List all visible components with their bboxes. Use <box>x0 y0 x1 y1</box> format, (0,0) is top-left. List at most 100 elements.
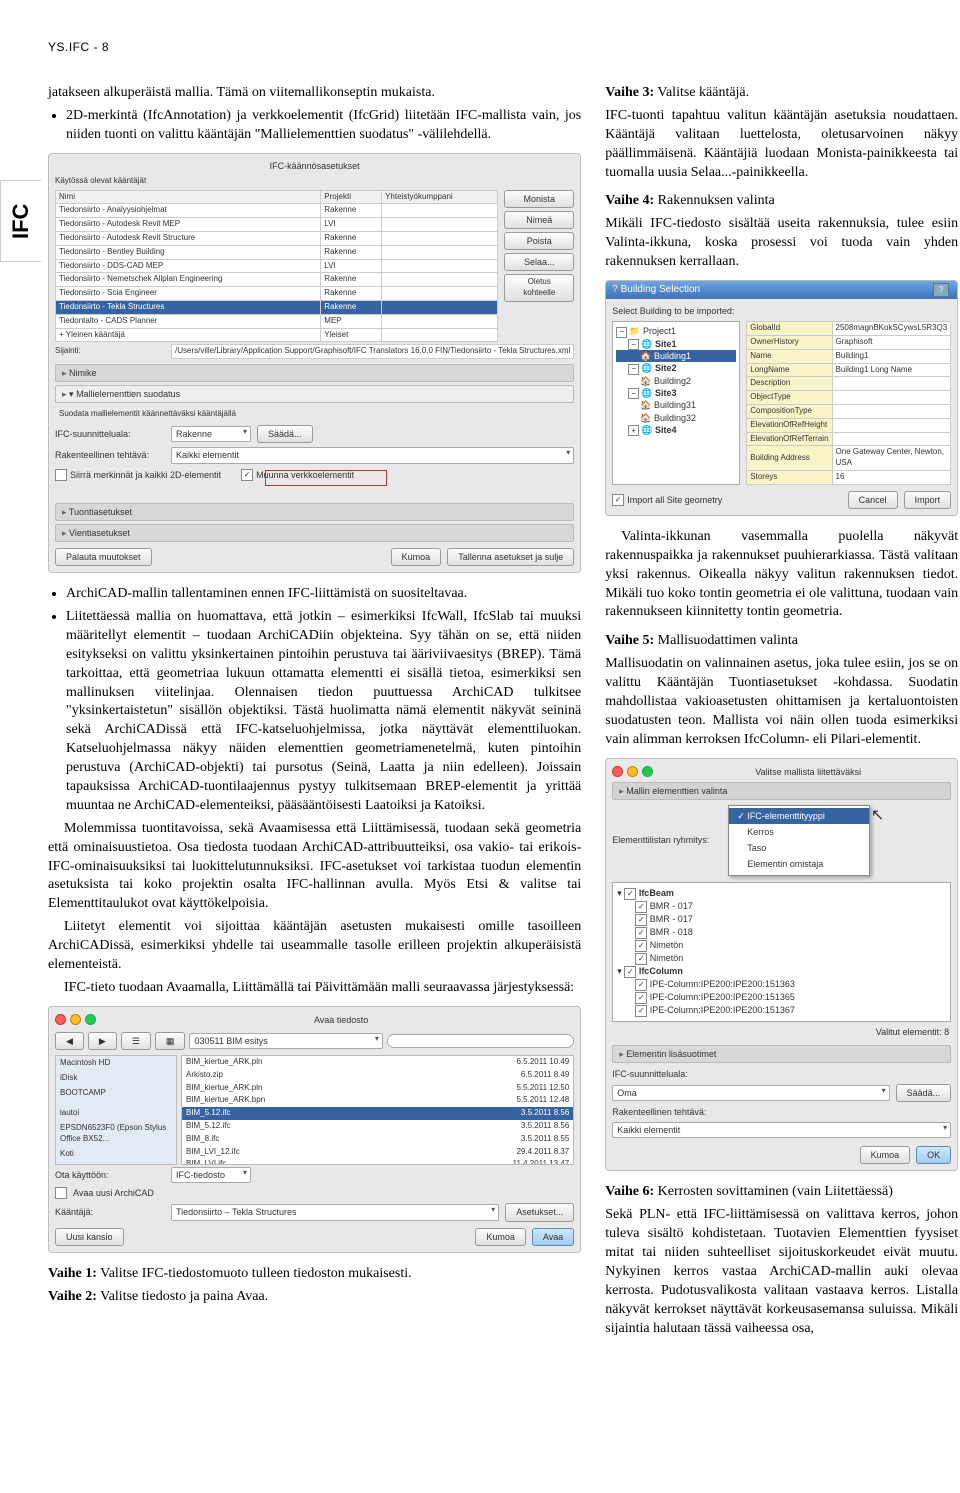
palauta-button[interactable]: Palauta muutokset <box>55 548 152 566</box>
col-projekti[interactable]: Projekti <box>321 190 382 204</box>
nav-fwd-button[interactable]: ▶ <box>88 1032 117 1050</box>
table-row[interactable]: Tiedonsiirto - DDS-CAD MEPLVI <box>56 259 498 273</box>
section-mallielementtien-suodatus[interactable]: ▾ Mallielementtien suodatus <box>55 385 574 403</box>
rakenteellinen-dropdown[interactable]: Kaikki elementit <box>171 447 574 463</box>
sidebar-item[interactable]: iautoi <box>56 1106 176 1121</box>
file-row-selected[interactable]: BIM_5.12.ifc3.5.2011 8.56 <box>182 1107 573 1120</box>
tree-project[interactable]: −📁 Project1 <box>616 325 736 338</box>
ok-button[interactable]: OK <box>916 1146 951 1164</box>
table-row[interactable]: Tiedonsiirto - Nemetschek Allplan Engine… <box>56 273 498 287</box>
tree-site[interactable]: −🌐 Site3 <box>616 387 736 400</box>
maximize-icon[interactable] <box>85 1014 96 1025</box>
kaantaja-dropdown[interactable]: Tiedonsiirto – Tekla Structures <box>171 1204 499 1220</box>
tree-item[interactable]: ✓ Nimetön <box>617 952 946 965</box>
saada-button[interactable]: Säädä... <box>896 1084 952 1102</box>
sidebar-item[interactable]: Koti <box>56 1147 176 1162</box>
file-row[interactable]: BIM_LVI.ifc11.4.2011 13.47 <box>182 1158 573 1165</box>
import-all-label: Import all Site geometry <box>627 494 722 506</box>
tree-site[interactable]: −🌐 Site2 <box>616 362 736 375</box>
file-row[interactable]: BIM_5.12.ifc3.5.2011 8.56 <box>182 1120 573 1133</box>
tree-building[interactable]: Building31 <box>616 399 736 411</box>
siirra-checkbox[interactable] <box>55 469 67 481</box>
view-list-button[interactable]: ☰ <box>121 1032 151 1050</box>
col-kumppani[interactable]: Yhteistyökumppani <box>382 190 498 204</box>
tree-site[interactable]: −🌐 Site1 <box>616 338 736 351</box>
sidebar-item[interactable]: BOOTCAMP <box>56 1086 176 1101</box>
maximize-icon[interactable] <box>642 766 653 777</box>
menu-item[interactable]: Elementin omistaja <box>729 856 869 872</box>
oletus-button[interactable]: Oletus kohteelle <box>504 274 574 302</box>
menu-item[interactable]: Kerros <box>729 824 869 840</box>
ota-dropdown[interactable]: IFC-tiedosto <box>171 1167 251 1183</box>
saada-button[interactable]: Säädä... <box>257 425 313 443</box>
section-nimike[interactable]: Nimike <box>55 364 574 382</box>
import-all-checkbox[interactable]: ✓ <box>612 494 624 506</box>
uusi-kansio-button[interactable]: Uusi kansio <box>55 1228 124 1246</box>
kumoa-button[interactable]: Kumoa <box>391 548 442 566</box>
close-icon[interactable] <box>55 1014 66 1025</box>
tree-site[interactable]: +🌐 Site4 <box>616 424 736 437</box>
help-icon[interactable]: ? <box>933 283 949 297</box>
tree-item[interactable]: ✓ IPE-Column:IPE200:IPE200:151365 <box>617 991 946 1004</box>
table-row[interactable]: Tiedonsiirto - AnalyysiohjelmatRakenne <box>56 204 498 218</box>
asetukset-button[interactable]: Asetukset... <box>505 1203 574 1221</box>
sidebar-item[interactable]: iDisk <box>56 1071 176 1086</box>
file-row[interactable]: Arkisto.zip6.5.2011 8.49 <box>182 1069 573 1082</box>
tree-item[interactable]: ✓ BMR - 018 <box>617 926 946 939</box>
kumoa-button[interactable]: Kumoa <box>860 1146 911 1164</box>
monista-button[interactable]: Monista <box>504 190 574 208</box>
table-row[interactable]: Tiedonsiirto - Autodesk Revit MEPLVI <box>56 218 498 232</box>
tree-item[interactable]: ✓ Nimetön <box>617 939 946 952</box>
view-grid-button[interactable]: ▦ <box>155 1032 186 1050</box>
kumoa-button[interactable]: Kumoa <box>475 1228 526 1246</box>
tree-item[interactable]: ✓ IPE-Column:IPE200:IPE200:151367 <box>617 1004 946 1017</box>
file-row[interactable]: BIM_kiertue_ARK.bpn5.5.2011 12.48 <box>182 1094 573 1107</box>
nav-back-button[interactable]: ◀ <box>55 1032 84 1050</box>
tree-item[interactable]: ✓ BMR - 017 <box>617 900 946 913</box>
sidebar-item[interactable]: Mac - EK <box>56 1162 176 1165</box>
close-icon[interactable] <box>612 766 623 777</box>
nimea-button[interactable]: Nimeä <box>504 211 574 229</box>
tree-ifccolumn[interactable]: ▾ ✓ IfcColumn <box>617 965 946 978</box>
tree-building[interactable]: Building2 <box>616 375 736 387</box>
table-row[interactable]: Tiedontalto - CADS PlannerMEP <box>56 314 498 328</box>
tree-building-selected[interactable]: Building1 <box>616 350 736 362</box>
section-tuonti[interactable]: Tuontiasetukset <box>55 503 574 521</box>
avaa-button[interactable]: Avaa <box>532 1228 574 1246</box>
import-button[interactable]: Import <box>904 491 952 509</box>
ifc-suunnitteluala-dropdown[interactable]: Rakenne <box>171 426 251 442</box>
muunna-checkbox[interactable]: ✓ <box>241 469 253 481</box>
avaa-uusi-checkbox[interactable] <box>55 1187 67 1199</box>
table-row[interactable]: + Yleinen kääntäjäYleiset <box>56 328 498 342</box>
search-input[interactable] <box>387 1034 574 1048</box>
ifc-suun-dropdown[interactable]: Oma <box>612 1085 889 1101</box>
section-lisasuotimet[interactable]: Elementin lisäsuotimet <box>612 1045 951 1063</box>
tree-item[interactable]: ✓ BMR - 017 <box>617 913 946 926</box>
folder-dropdown[interactable]: 030511 BIM esitys <box>189 1033 382 1049</box>
minimize-icon[interactable] <box>70 1014 81 1025</box>
tree-item[interactable]: ✓ IPE-Column:IPE200:IPE200:151363 <box>617 978 946 991</box>
tree-ifcbeam[interactable]: ▾ ✓ IfcBeam <box>617 887 946 900</box>
menu-item[interactable]: Taso <box>729 840 869 856</box>
col-nimi[interactable]: Nimi <box>56 190 321 204</box>
poista-button[interactable]: Poista <box>504 232 574 250</box>
section-mallin-elementtien[interactable]: Mallin elementtien valinta <box>612 782 951 800</box>
file-row[interactable]: BIM_8.ifc3.5.2011 8.55 <box>182 1133 573 1146</box>
minimize-icon[interactable] <box>627 766 638 777</box>
cancel-button[interactable]: Cancel <box>848 491 898 509</box>
section-vienti[interactable]: Vientiasetukset <box>55 524 574 542</box>
file-row[interactable]: BIM_kiertue_ARK.pln5.5.2011 12.50 <box>182 1082 573 1095</box>
tallenna-button[interactable]: Tallenna asetukset ja sulje <box>447 548 574 566</box>
tree-building[interactable]: Building32 <box>616 412 736 424</box>
table-row[interactable]: Tiedonsiirto - Scia EngineerRakenne <box>56 287 498 301</box>
file-row[interactable]: BIM_kiertue_ARK.pln6.5.2011 10.49 <box>182 1056 573 1069</box>
sidebar-item[interactable]: Macintosh HD <box>56 1056 176 1071</box>
file-row[interactable]: BIM_LVI_12.ifc29.4.2011 8.37 <box>182 1146 573 1159</box>
sidebar-item[interactable]: EPSDN6523F0 (Epson Stylus Office BX52... <box>56 1121 176 1147</box>
selaa-button[interactable]: Selaa... <box>504 253 574 271</box>
table-row[interactable]: Tiedonsiirto - Autodesk Revit StructureR… <box>56 232 498 246</box>
table-row[interactable]: Tiedonsiirto - Tekla StructuresRakenne <box>56 300 498 314</box>
rak-dropdown[interactable]: Kaikki elementit <box>612 1122 951 1138</box>
menu-item-selected[interactable]: ✓ IFC-elementtityyppi <box>729 808 869 824</box>
table-row[interactable]: Tiedonsiirto - Bentley BuildingRakenne <box>56 245 498 259</box>
